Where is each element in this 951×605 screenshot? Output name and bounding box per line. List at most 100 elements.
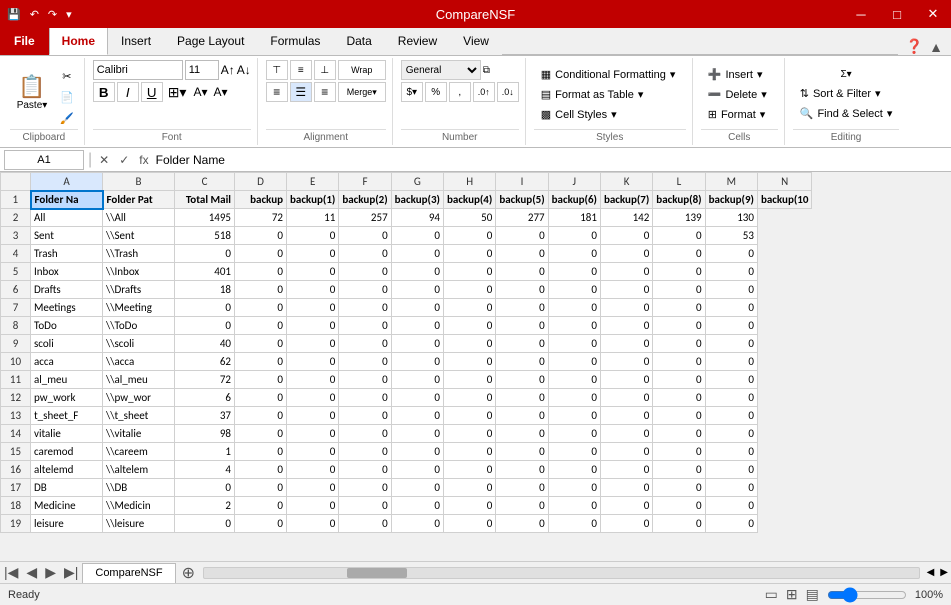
table-cell[interactable]: 0 bbox=[235, 389, 287, 407]
table-cell[interactable]: 0 bbox=[287, 299, 339, 317]
tab-data[interactable]: Data bbox=[333, 27, 384, 55]
table-cell[interactable]: 0 bbox=[391, 443, 443, 461]
table-cell[interactable]: 1 bbox=[175, 443, 235, 461]
table-cell[interactable]: Trash bbox=[31, 245, 103, 263]
table-cell[interactable]: 0 bbox=[600, 245, 652, 263]
tab-next-btn[interactable]: ▶ bbox=[41, 564, 60, 581]
table-cell[interactable]: leisure bbox=[31, 515, 103, 533]
table-cell[interactable]: 0 bbox=[548, 353, 600, 371]
scroll-right-arrow[interactable]: ▶ bbox=[937, 567, 951, 578]
col-header-F[interactable]: F bbox=[339, 173, 391, 191]
table-cell[interactable]: 0 bbox=[235, 281, 287, 299]
tab-page-layout[interactable]: Page Layout bbox=[164, 27, 257, 55]
add-sheet-btn[interactable]: ⊕ bbox=[178, 563, 199, 583]
table-cell[interactable]: 0 bbox=[339, 281, 391, 299]
number-format-select[interactable]: General Number Currency bbox=[401, 60, 481, 80]
table-cell[interactable]: 0 bbox=[339, 245, 391, 263]
table-cell[interactable]: 0 bbox=[600, 371, 652, 389]
table-cell[interactable]: 0 bbox=[443, 299, 495, 317]
underline-btn[interactable]: U bbox=[141, 82, 163, 102]
table-cell[interactable]: backup(5) bbox=[496, 191, 548, 209]
tab-view[interactable]: View bbox=[450, 27, 502, 55]
table-cell[interactable]: 40 bbox=[175, 335, 235, 353]
confirm-formula-icon[interactable]: ✓ bbox=[116, 153, 132, 167]
table-cell[interactable]: 0 bbox=[600, 425, 652, 443]
maximize-btn[interactable]: □ bbox=[879, 0, 915, 28]
table-cell[interactable]: 0 bbox=[653, 281, 705, 299]
align-left-btn[interactable]: ≡ bbox=[266, 82, 288, 102]
col-header-G[interactable]: G bbox=[391, 173, 443, 191]
table-cell[interactable]: 0 bbox=[339, 263, 391, 281]
table-cell[interactable]: 0 bbox=[443, 335, 495, 353]
table-cell[interactable]: 0 bbox=[600, 353, 652, 371]
row-header[interactable]: 11 bbox=[1, 371, 31, 389]
redo-quick-btn[interactable]: ↷ bbox=[45, 6, 60, 23]
table-cell[interactable]: 0 bbox=[287, 479, 339, 497]
table-cell[interactable]: altelemd bbox=[31, 461, 103, 479]
table-cell[interactable]: 0 bbox=[443, 407, 495, 425]
table-cell[interactable]: 0 bbox=[391, 515, 443, 533]
row-header[interactable]: 5 bbox=[1, 263, 31, 281]
table-cell[interactable]: 4 bbox=[175, 461, 235, 479]
table-cell[interactable]: 0 bbox=[496, 227, 548, 245]
table-cell[interactable]: 257 bbox=[339, 209, 391, 227]
table-cell[interactable]: 401 bbox=[175, 263, 235, 281]
col-header-J[interactable]: J bbox=[548, 173, 600, 191]
conditional-formatting-btn[interactable]: ▦ Conditional Formatting ▾ bbox=[534, 65, 686, 84]
table-cell[interactable]: 0 bbox=[339, 299, 391, 317]
table-cell[interactable]: 0 bbox=[287, 263, 339, 281]
table-cell[interactable]: 0 bbox=[391, 389, 443, 407]
table-cell[interactable]: 0 bbox=[548, 335, 600, 353]
font-name-input[interactable] bbox=[93, 60, 183, 80]
table-cell[interactable]: \\careem bbox=[103, 443, 175, 461]
row-header[interactable]: 19 bbox=[1, 515, 31, 533]
tab-home[interactable]: Home bbox=[49, 27, 108, 55]
table-cell[interactable]: al_meu bbox=[31, 371, 103, 389]
table-cell[interactable]: 0 bbox=[705, 515, 757, 533]
percent-btn[interactable]: % bbox=[425, 82, 447, 102]
table-cell[interactable]: 0 bbox=[548, 245, 600, 263]
table-cell[interactable]: 130 bbox=[705, 209, 757, 227]
table-cell[interactable]: 0 bbox=[496, 461, 548, 479]
align-right-btn[interactable]: ≡ bbox=[314, 82, 336, 102]
row-header[interactable]: 8 bbox=[1, 317, 31, 335]
table-cell[interactable]: 0 bbox=[548, 461, 600, 479]
table-cell[interactable]: 1495 bbox=[175, 209, 235, 227]
horizontal-scrollbar[interactable] bbox=[203, 567, 920, 579]
cut-btn[interactable]: ✂ bbox=[56, 66, 78, 86]
table-cell[interactable]: 11 bbox=[287, 209, 339, 227]
table-cell[interactable]: \\pw_wor bbox=[103, 389, 175, 407]
table-cell[interactable]: 0 bbox=[175, 317, 235, 335]
row-header[interactable]: 1 bbox=[1, 191, 31, 209]
function-icon[interactable]: fx bbox=[136, 153, 151, 167]
horizontal-scroll-thumb[interactable] bbox=[347, 568, 407, 578]
col-header-H[interactable]: H bbox=[443, 173, 495, 191]
table-cell[interactable]: 0 bbox=[600, 227, 652, 245]
bold-btn[interactable]: B bbox=[93, 82, 115, 102]
undo-quick-btn[interactable]: ↶ bbox=[27, 6, 42, 23]
table-cell[interactable]: All bbox=[31, 209, 103, 227]
table-cell[interactable]: 0 bbox=[496, 497, 548, 515]
table-cell[interactable]: \\scoli bbox=[103, 335, 175, 353]
table-cell[interactable]: \\altelem bbox=[103, 461, 175, 479]
table-cell[interactable]: Medicine bbox=[31, 497, 103, 515]
table-cell[interactable]: 0 bbox=[600, 263, 652, 281]
table-cell[interactable]: 0 bbox=[235, 515, 287, 533]
table-cell[interactable]: 0 bbox=[705, 407, 757, 425]
sum-btn[interactable]: Σ▾ bbox=[793, 66, 900, 83]
table-cell[interactable]: 0 bbox=[496, 371, 548, 389]
page-break-view-btn[interactable]: ▤ bbox=[806, 586, 819, 603]
table-cell[interactable]: 142 bbox=[600, 209, 652, 227]
table-cell[interactable]: 0 bbox=[600, 335, 652, 353]
table-cell[interactable]: 0 bbox=[653, 515, 705, 533]
table-cell[interactable]: 0 bbox=[391, 317, 443, 335]
table-cell[interactable]: 0 bbox=[600, 389, 652, 407]
qa-dropdown-btn[interactable]: ▾ bbox=[63, 6, 75, 23]
insert-cells-btn[interactable]: ➕ Insert ▾ bbox=[701, 65, 778, 84]
table-cell[interactable]: 0 bbox=[548, 425, 600, 443]
table-cell[interactable]: 0 bbox=[391, 281, 443, 299]
table-cell[interactable]: 0 bbox=[175, 245, 235, 263]
table-cell[interactable]: 0 bbox=[496, 299, 548, 317]
table-cell[interactable]: 0 bbox=[600, 461, 652, 479]
col-header-E[interactable]: E bbox=[287, 173, 339, 191]
